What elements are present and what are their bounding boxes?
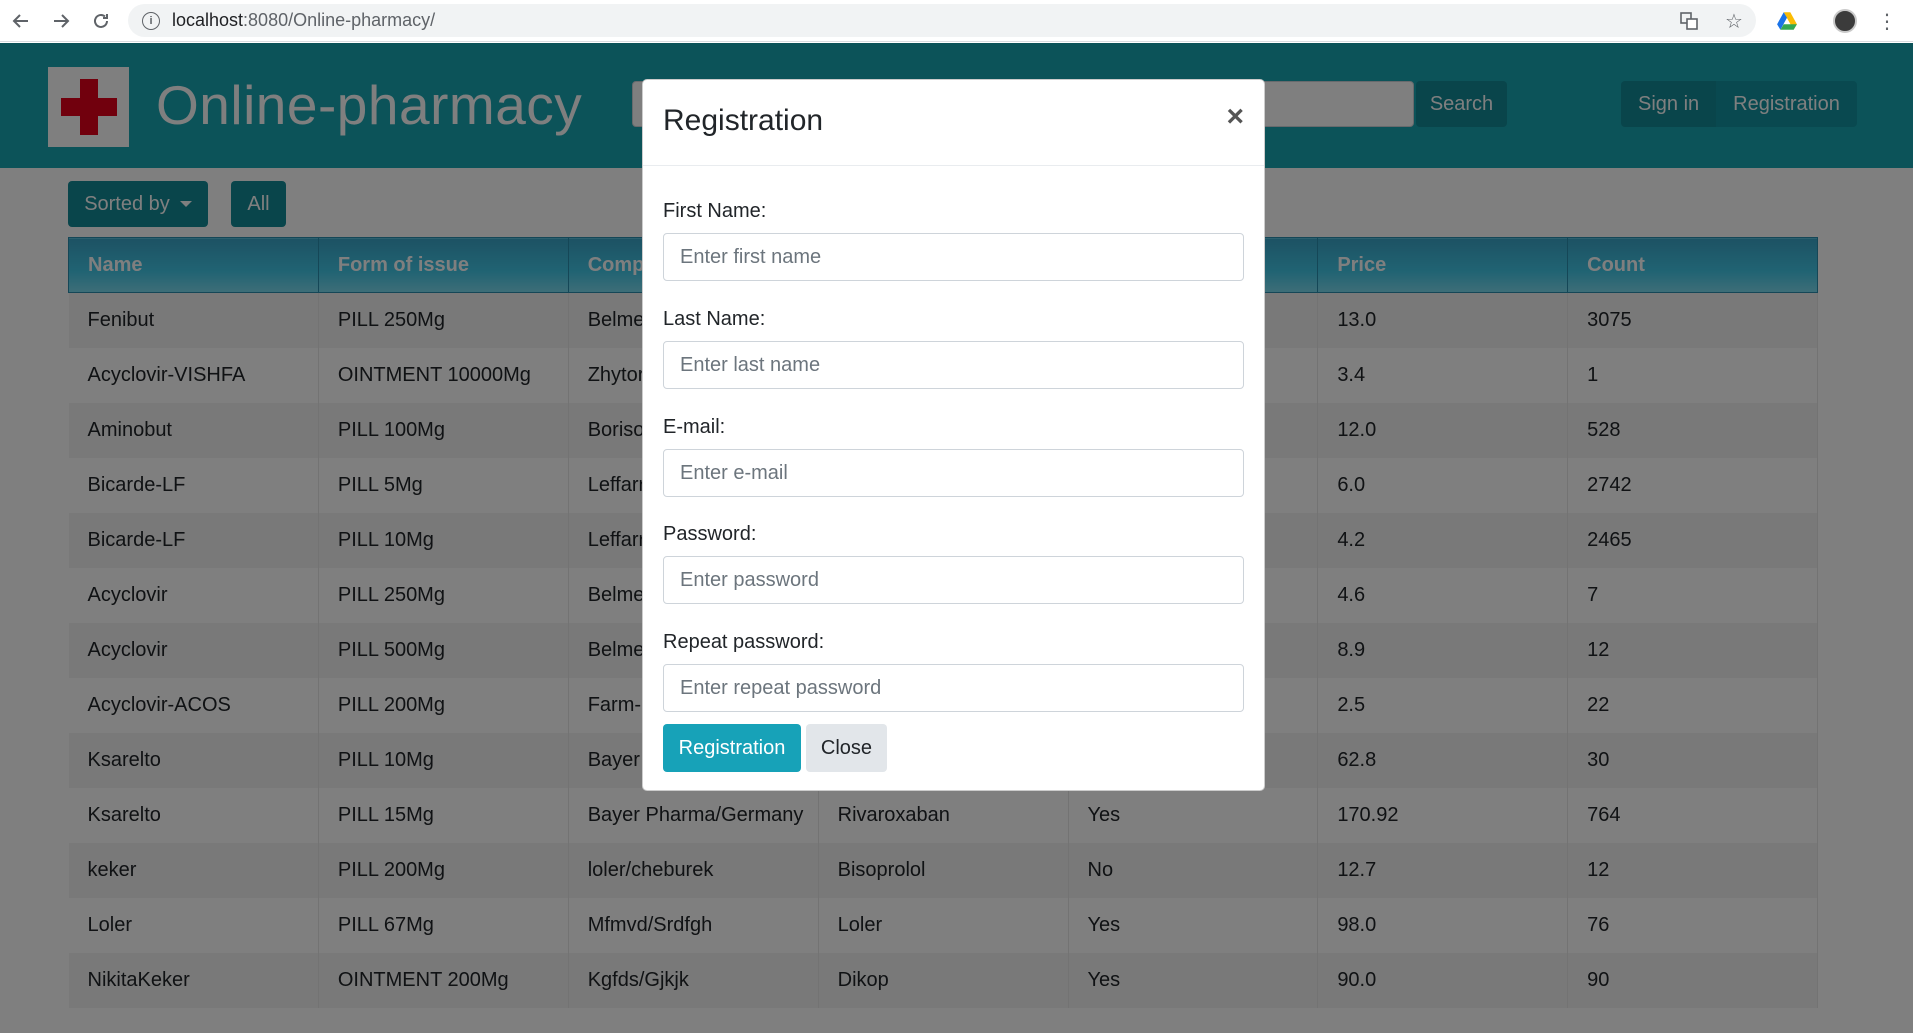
browser-toolbar: i localhost:8080/Online-pharmacy/ ☆ ⋮ [0, 0, 1913, 42]
star-icon[interactable]: ☆ [1721, 8, 1747, 34]
url-path: :8080/Online-pharmacy/ [243, 10, 436, 30]
close-icon[interactable]: × [1226, 102, 1244, 132]
repeat-password-label: Repeat password: [663, 631, 825, 653]
modal-header: Registration × [643, 80, 1264, 166]
forward-arrow-icon[interactable] [42, 2, 80, 40]
info-icon[interactable]: i [142, 11, 160, 30]
page-content: Online-pharmacy Search Sign in Registrat… [0, 43, 1913, 1033]
repeat-password-field[interactable] [663, 664, 1244, 712]
translate-icon[interactable] [1676, 8, 1702, 34]
url-host: localhost [172, 10, 244, 30]
avatar[interactable] [1832, 8, 1858, 34]
password-label: Password: [663, 523, 757, 545]
registration-submit-button[interactable]: Registration [663, 724, 801, 772]
modal-title: Registration [663, 104, 824, 137]
first-name-label: First Name: [663, 200, 767, 222]
close-button[interactable]: Close [806, 724, 887, 772]
back-arrow-icon[interactable] [2, 2, 40, 40]
email-field[interactable] [663, 449, 1244, 497]
registration-modal: Registration × First Name: Last Name: E-… [642, 79, 1265, 791]
menu-kebab-icon[interactable]: ⋮ [1874, 8, 1900, 34]
last-name-label: Last Name: [663, 308, 766, 330]
reload-icon[interactable] [82, 2, 120, 40]
email-label: E-mail: [663, 416, 726, 438]
drive-icon[interactable] [1774, 8, 1800, 34]
first-name-field[interactable] [663, 233, 1244, 281]
last-name-field[interactable] [663, 341, 1244, 389]
address-bar[interactable]: i localhost:8080/Online-pharmacy/ [128, 4, 1756, 37]
password-field[interactable] [663, 556, 1244, 604]
